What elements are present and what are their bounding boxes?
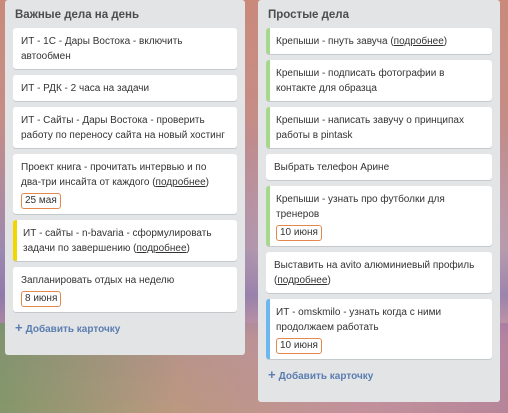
card[interactable]: Выставить на avito алюминиевый профиль (… (266, 252, 492, 293)
add-card-button[interactable]: + Добавить карточку (13, 318, 237, 338)
details-link[interactable]: подробнее (277, 275, 327, 286)
card-text: ИТ - РДК - 2 часа на задачи (21, 83, 150, 94)
card[interactable]: ИТ - Сайты - Дары Востока - проверить ра… (13, 107, 237, 148)
card-text: Крепыши - пнуть завуча ( (276, 36, 394, 47)
list-simple-tasks: Простые дела Крепыши - пнуть завуча (под… (258, 0, 500, 402)
card-text: ИТ - Сайты - Дары Востока - проверить ра… (21, 115, 225, 141)
card[interactable]: ИТ - РДК - 2 часа на задачи (13, 75, 237, 101)
card[interactable]: Крепыши - пнуть завуча (подробнее) (266, 28, 492, 54)
card-text: Крепыши - подписать фотографии в контакт… (276, 68, 445, 94)
card-text-tail: ) (327, 275, 331, 286)
card-text: ИТ - omskmilo - узнать когда с ними прод… (276, 307, 442, 333)
due-date-badge: 25 мая (21, 193, 61, 209)
card-text: Крепыши - написать завучу о принципах ра… (276, 115, 464, 141)
card-text: Выбрать телефон Арине (274, 162, 390, 173)
list-title[interactable]: Важные дела на день (13, 0, 237, 28)
details-link[interactable]: подробнее (156, 177, 206, 188)
card-text: Крепыши - узнать про футболки для тренер… (276, 194, 445, 220)
plus-icon: + (268, 367, 276, 382)
card[interactable]: ИТ - 1С - Дары Востока - включить автооб… (13, 28, 237, 69)
card[interactable]: Проект книга - прочитать интервью и по д… (13, 154, 237, 214)
due-date-badge: 10 июня (276, 338, 322, 354)
card-text-tail: ) (186, 243, 190, 254)
card-text-tail: ) (205, 177, 209, 188)
add-card-button[interactable]: + Добавить карточку (266, 365, 492, 385)
card[interactable]: Крепыши - подписать фотографии в контакт… (266, 60, 492, 101)
details-link[interactable]: подробнее (136, 243, 186, 254)
card[interactable]: ИТ - omskmilo - узнать когда с ними прод… (266, 299, 492, 359)
card[interactable]: Крепыши - узнать про футболки для тренер… (266, 186, 492, 246)
add-card-label: Добавить карточку (278, 371, 374, 382)
card-text: ИТ - 1С - Дары Востока - включить автооб… (21, 36, 183, 62)
add-card-label: Добавить карточку (25, 324, 121, 335)
card[interactable]: Запланировать отдых на неделю 8 июня (13, 267, 237, 312)
card[interactable]: Крепыши - написать завучу о принципах ра… (266, 107, 492, 148)
due-date-badge: 8 июня (21, 291, 62, 307)
plus-icon: + (15, 320, 23, 335)
card-text-tail: ) (443, 36, 448, 47)
card[interactable]: ИТ - сайты - n-bavaria - сформулировать … (13, 220, 237, 261)
details-link[interactable]: подробнее (394, 36, 444, 47)
due-date-badge: 10 июня (276, 225, 322, 241)
card-text: Запланировать отдых на неделю (21, 275, 175, 286)
list-important-today: Важные дела на день ИТ - 1С - Дары Восто… (5, 0, 245, 355)
list-title[interactable]: Простые дела (266, 0, 492, 28)
card[interactable]: Выбрать телефон Арине (266, 154, 492, 180)
